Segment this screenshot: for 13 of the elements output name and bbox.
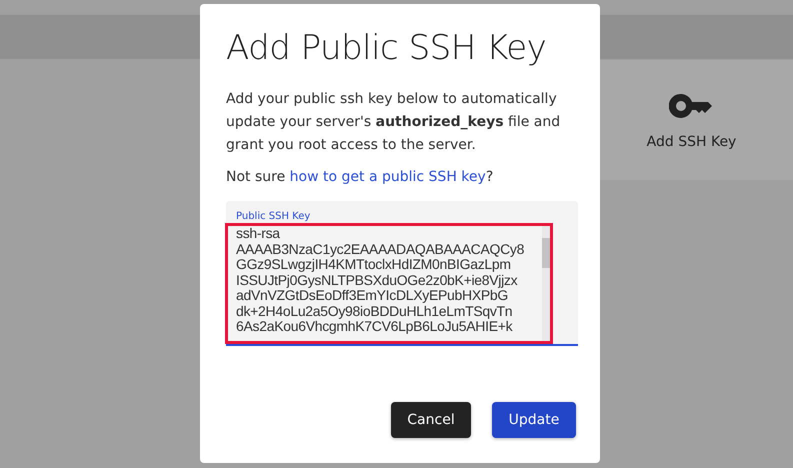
key-text: ssh-rsa AAAAB3NzaC1yc2EAAAADAQABAAACAQCy8 GGz9SLwgzjIH4KMTtoclxHdIZM0nBIGazLpm ISSUJtPj0GysNLTPBSXduOGe2z0bK+ie8Vjjzx adVnVZGtDsEoDff3EmYIcDLXyEPubHXPbG dk+2H4oLu2a5Oy98ioBDDuHLh1eLmTSqvTn 6As2aKou6VhcgmhK7CV6LpB6LoJu5AHIE+k <box>235 226 526 336</box>
key-textarea[interactable] <box>225 223 553 344</box>
dialog-title: Add Public SSH Key <box>226 27 548 70</box>
help-text: Not sure how to get a public SSH key? <box>226 169 494 185</box>
update-button[interactable]: Update <box>492 402 576 438</box>
description: Add your public ssh key below to automatically update your server's authorized_keys file and grant you root access to the server. <box>226 90 562 155</box>
key-icon <box>668 94 714 118</box>
field-label: Public SSH Key <box>236 211 312 222</box>
card-label: Add SSH Key <box>646 134 736 150</box>
scrollbar[interactable] <box>542 226 550 341</box>
help-link[interactable]: how to get a public SSH key <box>290 169 486 185</box>
cancel-button[interactable]: Cancel <box>391 402 471 438</box>
ssh-key-field[interactable] <box>226 201 578 346</box>
